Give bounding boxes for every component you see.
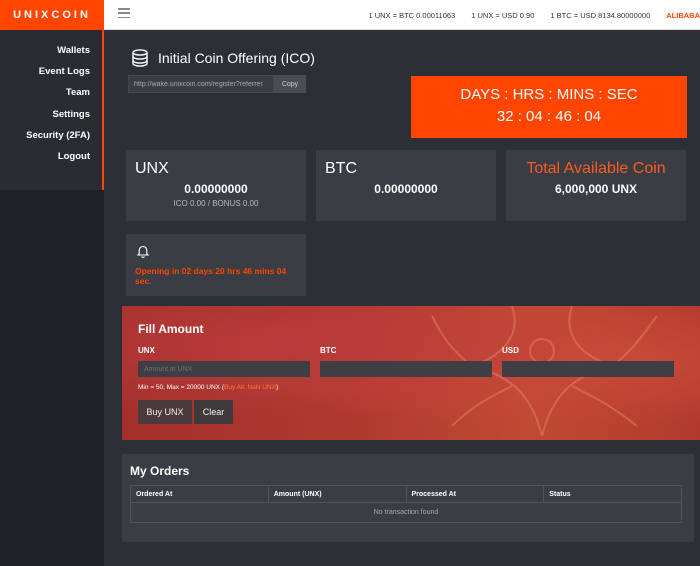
main-content: Initial Coin Offering (ICO) Copy DAYS : … [104, 30, 700, 566]
referral-url-input[interactable] [128, 75, 274, 93]
amount-limits-text: Min = 50, Max = 20000 UNX ( [138, 384, 224, 391]
top-bar: UNIXCOIN 1 UNX = BTC 0.00011063 1 UNX = … [0, 0, 700, 30]
unx-balance-card: UNX 0.00000000 ICO 0.00 / BONUS 0.00 [126, 150, 306, 221]
btc-amount-input[interactable] [320, 361, 492, 377]
rate-unx-btc: 1 UNX = BTC 0.00011063 [368, 10, 456, 20]
total-coin-title: Total Available Coin [526, 160, 666, 177]
countdown-box: DAYS : HRS : MINS : SEC 32 : 04 : 46 : 0… [411, 76, 687, 138]
usd-label: USD [502, 346, 519, 355]
exchange-link[interactable]: ALIBABA [666, 11, 700, 20]
empty-orders-message: No transaction found [130, 502, 682, 523]
page-title: Initial Coin Offering (ICO) [158, 50, 315, 66]
sidebar-item-team[interactable]: Team [0, 82, 102, 103]
coins-stack-icon [132, 49, 148, 67]
orders-header-row: Ordered At Amount (UNX) Processed At Sta… [130, 485, 682, 503]
unx-card-sub: ICO 0.00 / BONUS 0.00 [173, 199, 259, 208]
btc-card-title: BTC [325, 160, 357, 177]
countdown-labels: DAYS : HRS : MINS : SEC [460, 86, 638, 103]
sidebar-item-event-logs[interactable]: Event Logs [0, 61, 102, 82]
buy-unx-button[interactable]: Buy UNX [138, 400, 192, 424]
clear-button[interactable]: Clear [194, 400, 233, 424]
hamburger-menu-icon[interactable] [118, 8, 130, 18]
btc-card-value: 0.00000000 [374, 182, 438, 196]
bell-icon [136, 245, 150, 258]
sidebar-item-wallets[interactable]: Wallets [0, 40, 102, 61]
countdown-values: 32 : 04 : 46 : 04 [496, 108, 602, 125]
fill-amount-title: Fill Amount [138, 322, 204, 336]
table-row: No transaction found [130, 502, 682, 523]
amount-limits-end: ) [276, 384, 279, 391]
fill-amount-panel: Fill Amount UNX BTC USD Min = 50, Max = … [122, 306, 700, 440]
logo[interactable]: UNIXCOIN [0, 0, 104, 30]
sidebar-item-security[interactable]: Security (2FA) [0, 125, 102, 146]
unx-label: UNX [138, 346, 155, 355]
rates-bar: 1 UNX = BTC 0.00011063 1 UNX = USD 0.90 … [368, 0, 700, 30]
unx-card-value: 0.00000000 [184, 182, 248, 196]
column-amount[interactable]: Amount (UNX) [267, 485, 407, 503]
orders-table: Ordered At Amount (UNX) Processed At Sta… [130, 485, 682, 523]
total-coin-card: Total Available Coin 6,000,000 UNX [506, 150, 686, 221]
unx-amount-input[interactable] [138, 361, 310, 377]
sidebar-menu: Wallets Event Logs Team Settings Securit… [0, 30, 104, 190]
opening-notice: Opening in 02 days 20 hrs 46 mins 04 sec… [126, 234, 306, 296]
my-orders-title: My Orders [130, 464, 190, 478]
column-processed-at[interactable]: Processed At [405, 485, 545, 503]
opening-notice-text: Opening in 02 days 20 hrs 46 mins 04 sec… [135, 266, 287, 286]
my-orders-panel: My Orders Ordered At Amount (UNX) Proces… [122, 454, 694, 542]
referral-box: Copy [128, 75, 306, 93]
sidebar: Wallets Event Logs Team Settings Securit… [0, 30, 104, 566]
buy-all-link[interactable]: Buy All: NaN UNX [224, 384, 276, 391]
copy-button[interactable]: Copy [274, 75, 306, 93]
amount-limits-hint: Min = 50, Max = 20000 UNX (Buy All: NaN … [138, 384, 278, 391]
column-status[interactable]: Status [543, 485, 682, 503]
unx-card-title: UNX [135, 160, 169, 177]
btc-balance-card: BTC 0.00000000 [316, 150, 496, 221]
usd-amount-input[interactable] [502, 361, 674, 377]
btc-label: BTC [320, 346, 337, 355]
total-coin-value: 6,000,000 UNX [554, 182, 638, 196]
ico-header: Initial Coin Offering (ICO) [130, 48, 315, 68]
rate-btc-usd: 1 BTC = USD 8134.80000000 [550, 10, 651, 20]
rate-unx-usd: 1 UNX = USD 0.90 [471, 10, 535, 20]
sidebar-item-settings[interactable]: Settings [0, 104, 102, 125]
sidebar-item-logout[interactable]: Logout [0, 146, 102, 167]
column-ordered-at[interactable]: Ordered At [130, 485, 269, 503]
